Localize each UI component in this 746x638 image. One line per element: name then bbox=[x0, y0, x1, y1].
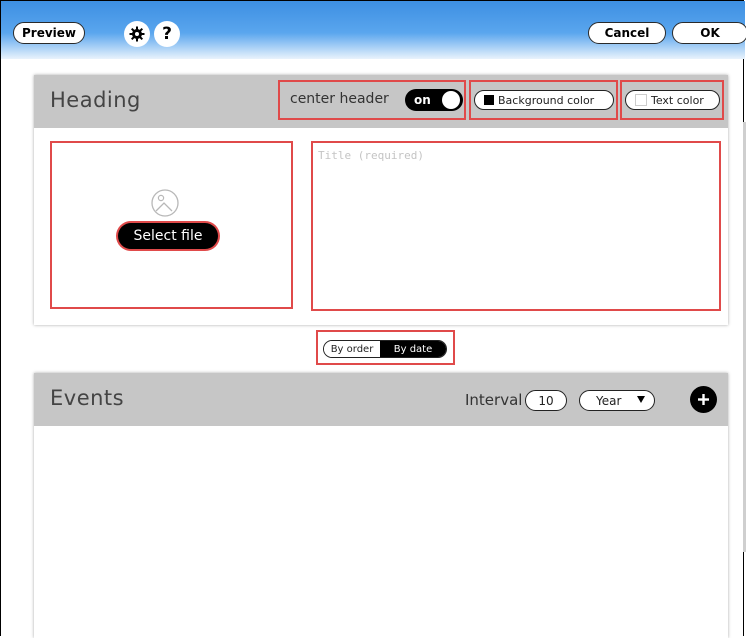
interval-unit-select[interactable]: Year bbox=[579, 390, 655, 411]
chevron-down-icon bbox=[637, 396, 645, 403]
toolbar: Preview ? Cancel OK bbox=[1, 1, 746, 59]
select-file-button[interactable]: Select file bbox=[118, 223, 218, 249]
cancel-button[interactable]: Cancel bbox=[588, 22, 666, 44]
center-header-toggle-state: on bbox=[414, 93, 431, 107]
interval-label: Interval bbox=[465, 391, 523, 409]
help-icon: ? bbox=[162, 24, 172, 44]
settings-button[interactable] bbox=[124, 21, 150, 47]
toggle-knob bbox=[442, 91, 460, 109]
ok-button[interactable]: OK bbox=[672, 22, 746, 44]
text-color-swatch bbox=[635, 94, 647, 106]
plus-icon bbox=[698, 394, 709, 405]
add-event-button[interactable] bbox=[690, 386, 717, 413]
preview-button[interactable]: Preview bbox=[13, 22, 85, 44]
image-picker[interactable]: Select file bbox=[50, 141, 293, 309]
background-color-swatch bbox=[484, 95, 494, 105]
image-icon bbox=[151, 189, 179, 217]
center-header-label: center header bbox=[290, 91, 389, 107]
title-input[interactable]: Title (required) bbox=[318, 149, 424, 162]
gear-icon bbox=[129, 26, 145, 42]
interval-unit-value: Year bbox=[596, 393, 622, 408]
events-panel: Events Interval 10 Year bbox=[34, 373, 728, 638]
heading-panel: Heading center header on Background colo… bbox=[34, 75, 728, 325]
text-color-button[interactable]: Text color bbox=[625, 90, 720, 110]
sort-toggle[interactable]: By order By date bbox=[323, 340, 447, 358]
interval-input[interactable]: 10 bbox=[525, 390, 567, 411]
sort-by-date[interactable]: By date bbox=[380, 341, 446, 357]
help-button[interactable]: ? bbox=[154, 21, 180, 47]
events-title: Events bbox=[50, 386, 125, 410]
background-color-label: Background color bbox=[498, 93, 595, 107]
title-field-highlight: Title (required) bbox=[311, 141, 721, 311]
sort-by-order[interactable]: By order bbox=[324, 341, 380, 357]
heading-title: Heading bbox=[50, 88, 141, 112]
center-header-toggle[interactable]: on bbox=[405, 89, 463, 111]
text-color-label: Text color bbox=[651, 93, 704, 107]
background-color-button[interactable]: Background color bbox=[474, 90, 614, 110]
